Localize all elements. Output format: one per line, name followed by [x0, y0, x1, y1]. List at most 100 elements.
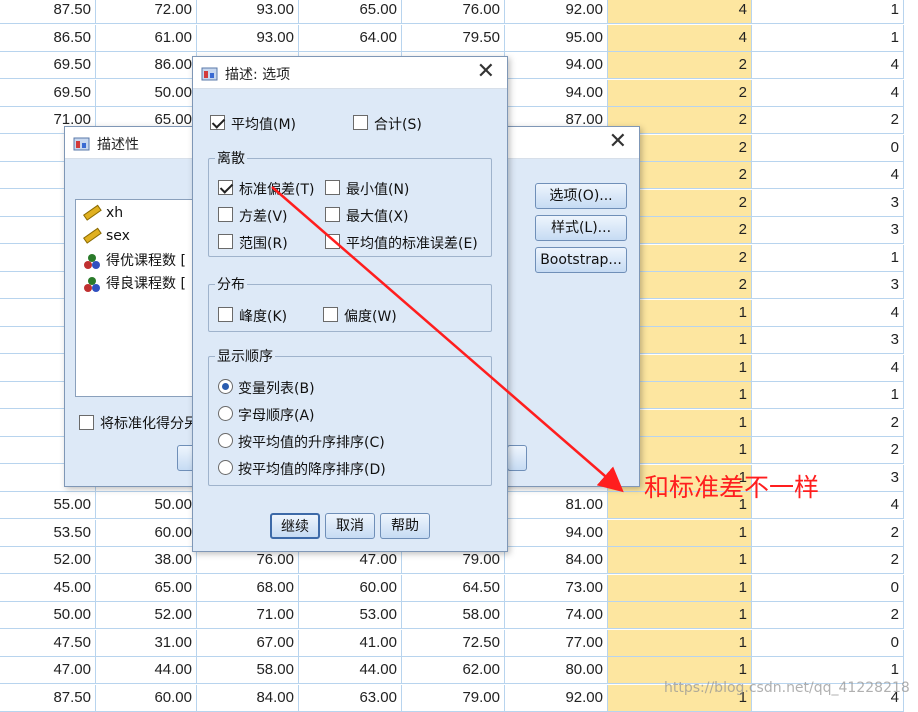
grid-cell[interactable]: 2 — [752, 602, 904, 629]
style-button[interactable]: 样式(L)... — [535, 215, 627, 241]
grid-cell[interactable]: 0 — [752, 134, 904, 162]
save-standardized-checkbox[interactable] — [79, 415, 94, 430]
display-order-radio[interactable] — [218, 406, 233, 421]
grid-cell[interactable]: 61.00 — [96, 24, 197, 52]
kurtosis-checkbox[interactable] — [218, 307, 233, 322]
grid-cell[interactable]: 3 — [752, 217, 904, 244]
maximum-checkbox[interactable] — [325, 207, 340, 222]
options-button[interactable]: 选项(O)... — [535, 183, 627, 209]
mean-checkbox[interactable] — [210, 115, 225, 130]
variable-item[interactable]: xh — [82, 204, 123, 226]
grid-cell[interactable]: 79.00 — [402, 684, 505, 712]
grid-cell[interactable]: 74.00 — [505, 602, 608, 629]
grid-cell[interactable]: 1 — [752, 244, 904, 272]
grid-cell[interactable]: 2 — [752, 519, 904, 547]
grid-cell[interactable]: 47.00 — [0, 657, 96, 684]
grid-cell[interactable]: 63.00 — [299, 684, 402, 712]
cancel-button[interactable]: 取消 — [325, 513, 375, 539]
variance-checkbox[interactable] — [218, 207, 233, 222]
grid-cell[interactable]: 53.50 — [0, 519, 96, 547]
help-button[interactable]: 帮助 — [380, 513, 430, 539]
grid-cell[interactable]: 87.50 — [0, 0, 96, 24]
grid-cell[interactable]: 44.00 — [96, 657, 197, 684]
grid-cell[interactable]: 1 — [608, 629, 752, 657]
grid-cell[interactable]: 3 — [752, 327, 904, 354]
grid-cell[interactable]: 1 — [608, 574, 752, 602]
grid-cell[interactable]: 2 — [608, 52, 752, 79]
grid-cell[interactable]: 72.00 — [96, 0, 197, 24]
skewness-checkbox[interactable] — [323, 307, 338, 322]
grid-cell[interactable]: 2 — [752, 547, 904, 574]
grid-cell[interactable]: 68.00 — [197, 574, 299, 602]
grid-cell[interactable]: 71.00 — [197, 602, 299, 629]
grid-cell[interactable]: 60.00 — [299, 574, 402, 602]
grid-cell[interactable]: 94.00 — [505, 519, 608, 547]
range-checkbox[interactable] — [218, 234, 233, 249]
grid-cell[interactable]: 92.00 — [505, 684, 608, 712]
variable-item[interactable]: 得良课程数 [ — [82, 273, 186, 295]
grid-cell[interactable]: 60.00 — [96, 684, 197, 712]
grid-cell[interactable]: 3 — [752, 189, 904, 217]
grid-cell[interactable]: 50.00 — [96, 492, 197, 519]
grid-cell[interactable]: 84.00 — [505, 547, 608, 574]
grid-cell[interactable]: 2 — [608, 79, 752, 107]
grid-cell[interactable]: 2 — [752, 409, 904, 437]
grid-cell[interactable]: 50.00 — [96, 79, 197, 107]
minimum-checkbox[interactable] — [325, 180, 340, 195]
grid-cell[interactable]: 80.00 — [505, 657, 608, 684]
variable-item[interactable]: 得优课程数 [ — [82, 250, 186, 272]
grid-cell[interactable]: 0 — [752, 629, 904, 657]
grid-cell[interactable]: 62.00 — [402, 657, 505, 684]
help-button-partial[interactable] — [507, 445, 527, 471]
grid-cell[interactable]: 77.00 — [505, 629, 608, 657]
grid-cell[interactable]: 0 — [752, 574, 904, 602]
variable-item[interactable]: sex — [82, 227, 130, 249]
grid-cell[interactable]: 44.00 — [299, 657, 402, 684]
grid-cell[interactable]: 52.00 — [96, 602, 197, 629]
grid-cell[interactable]: 94.00 — [505, 79, 608, 107]
grid-cell[interactable]: 1 — [608, 602, 752, 629]
grid-cell[interactable]: 76.00 — [402, 0, 505, 24]
grid-cell[interactable]: 4 — [752, 299, 904, 327]
grid-cell[interactable]: 84.00 — [197, 684, 299, 712]
grid-cell[interactable]: 69.50 — [0, 52, 96, 79]
grid-cell[interactable]: 64.50 — [402, 574, 505, 602]
grid-cell[interactable]: 73.00 — [505, 574, 608, 602]
grid-cell[interactable]: 93.00 — [197, 24, 299, 52]
grid-cell[interactable]: 69.50 — [0, 79, 96, 107]
grid-cell[interactable]: 1 — [752, 0, 904, 24]
continue-button[interactable]: 继续 — [270, 513, 320, 539]
grid-cell[interactable]: 1 — [752, 24, 904, 52]
grid-cell[interactable]: 64.00 — [299, 24, 402, 52]
grid-cell[interactable]: 58.00 — [402, 602, 505, 629]
close-icon[interactable]: ✕ — [477, 59, 495, 85]
grid-cell[interactable]: 81.00 — [505, 492, 608, 519]
grid-cell[interactable]: 67.00 — [197, 629, 299, 657]
display-order-radio[interactable] — [218, 460, 233, 475]
grid-cell[interactable]: 86.00 — [96, 52, 197, 79]
bootstrap-button[interactable]: Bootstrap... — [535, 247, 627, 273]
grid-cell[interactable]: 95.00 — [505, 24, 608, 52]
grid-cell[interactable]: 92.00 — [505, 0, 608, 24]
options-titlebar[interactable]: 描述: 选项 ✕ — [193, 57, 507, 89]
grid-cell[interactable]: 53.00 — [299, 602, 402, 629]
grid-cell[interactable]: 58.00 — [197, 657, 299, 684]
grid-cell[interactable]: 2 — [752, 107, 904, 134]
grid-cell[interactable]: 3 — [752, 272, 904, 299]
grid-cell[interactable]: 65.00 — [96, 574, 197, 602]
grid-cell[interactable]: 1 — [608, 547, 752, 574]
grid-cell[interactable]: 87.50 — [0, 684, 96, 712]
grid-cell[interactable]: 4 — [608, 0, 752, 24]
grid-cell[interactable]: 93.00 — [197, 0, 299, 24]
grid-cell[interactable]: 50.00 — [0, 602, 96, 629]
close-icon[interactable]: ✕ — [609, 129, 627, 155]
std-dev-checkbox[interactable] — [218, 180, 233, 195]
grid-cell[interactable]: 4 — [608, 24, 752, 52]
grid-cell[interactable]: 4 — [752, 79, 904, 107]
grid-cell[interactable]: 4 — [752, 354, 904, 382]
grid-cell[interactable]: 4 — [752, 162, 904, 189]
grid-cell[interactable]: 86.50 — [0, 24, 96, 52]
display-order-radio[interactable] — [218, 379, 233, 394]
display-order-radio[interactable] — [218, 433, 233, 448]
grid-cell[interactable]: 60.00 — [96, 519, 197, 547]
